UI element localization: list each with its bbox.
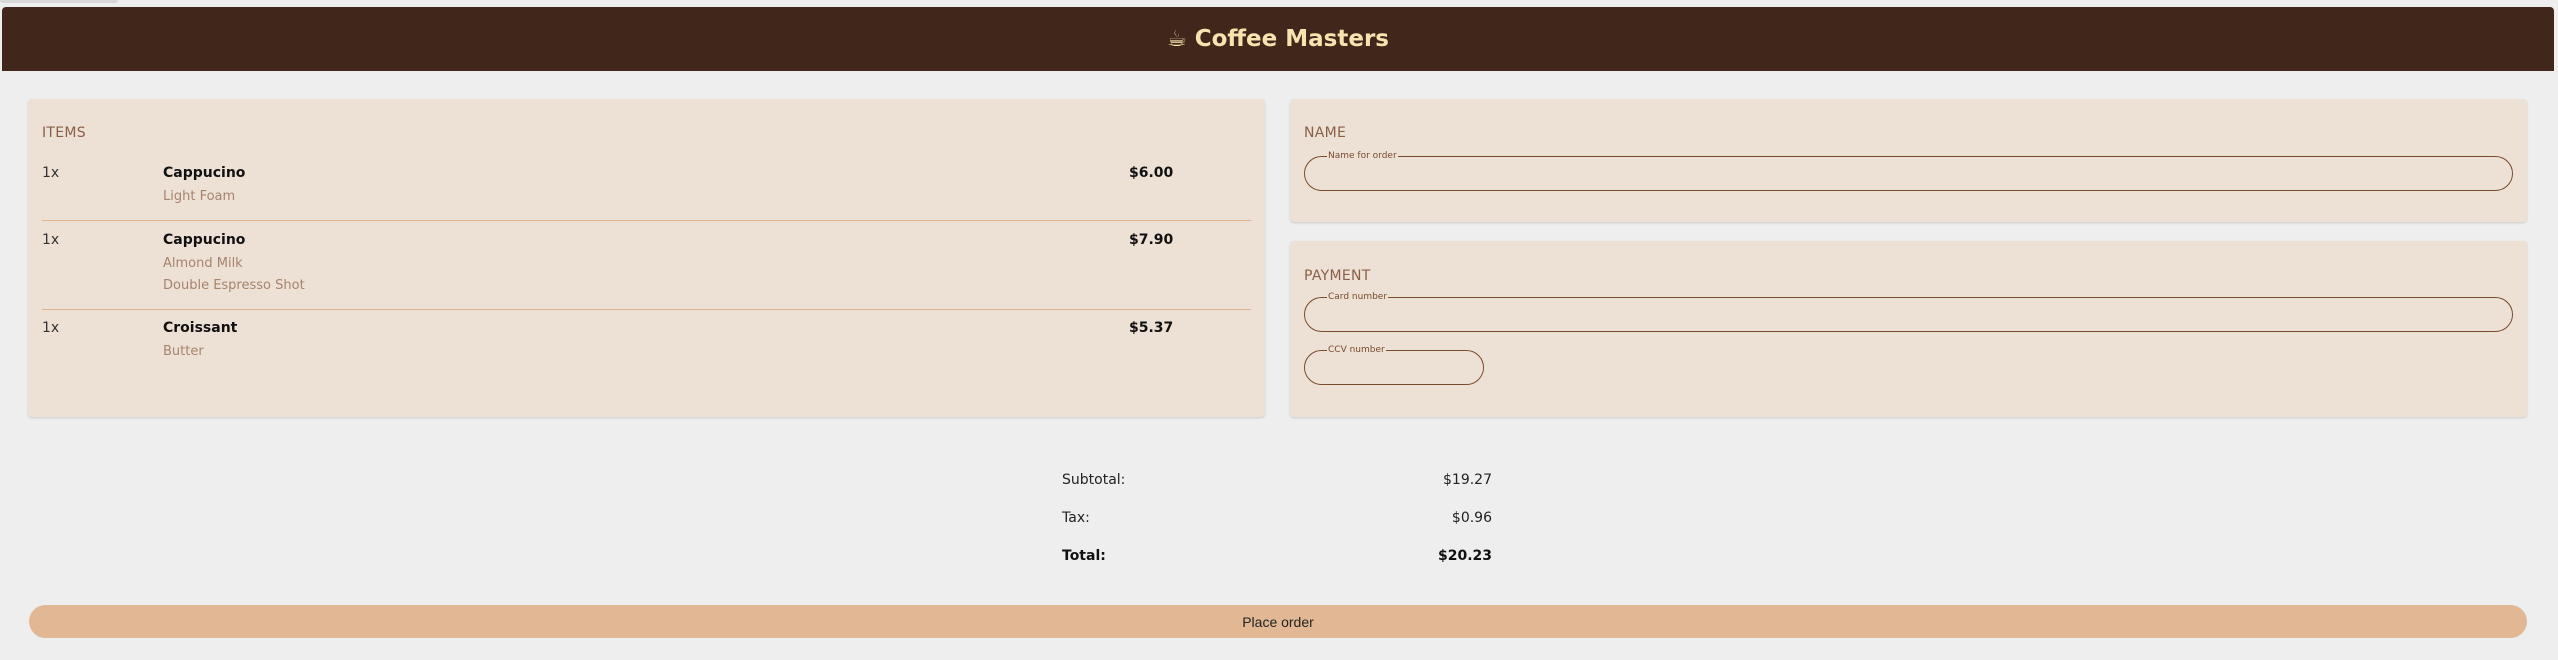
app-logo[interactable]: ☕︎ Coffee Masters xyxy=(1167,26,1389,52)
name-card: NAME Name for order xyxy=(1290,99,2527,222)
item-divider xyxy=(42,309,1251,310)
total-value: $20.23 xyxy=(1437,548,1492,564)
subtotal-label: Subtotal: xyxy=(1062,472,1126,488)
app-header: ☕︎ Coffee Masters xyxy=(2,7,2554,71)
total-label: Total: xyxy=(1062,548,1106,564)
item-price: $6.00 xyxy=(1129,165,1174,181)
item-option: Butter xyxy=(163,344,204,359)
app-title: Coffee Masters xyxy=(1194,26,1389,52)
coffee-cup-icon: ☕︎ xyxy=(1167,26,1187,52)
item-divider xyxy=(42,220,1251,221)
order-name-input[interactable] xyxy=(1319,163,2498,184)
item-price: $5.37 xyxy=(1129,320,1174,336)
ccv-number-field[interactable]: CCV number xyxy=(1304,344,1484,385)
card-number-input[interactable] xyxy=(1319,304,2498,325)
item-option: Double Espresso Shot xyxy=(163,278,305,293)
item-price: $7.90 xyxy=(1129,232,1174,248)
place-order-button[interactable]: Place order xyxy=(29,605,2527,638)
card-number-field[interactable]: Card number xyxy=(1304,291,2513,332)
item-quantity: 1x xyxy=(42,320,60,336)
item-name: Croissant xyxy=(163,320,238,336)
total-row: Total: $20.23 xyxy=(1062,548,1492,568)
item-quantity: 1x xyxy=(42,165,60,181)
item-name: Cappucino xyxy=(163,165,246,181)
subtotal-value: $19.27 xyxy=(1443,472,1492,488)
payment-section-title: PAYMENT xyxy=(1304,268,1371,284)
item-option: Almond Milk xyxy=(163,256,243,271)
card-number-label: Card number xyxy=(1327,291,1389,303)
item-name: Cappucino xyxy=(163,232,246,248)
payment-card: PAYMENT Card number CCV number xyxy=(1290,241,2527,417)
browser-tab-stub xyxy=(0,0,118,3)
ccv-number-input[interactable] xyxy=(1319,357,1469,378)
name-section-title: NAME xyxy=(1304,125,1347,141)
items-card: ITEMS 1x Cappucino $6.00 Light Foam 1x C… xyxy=(28,99,1265,417)
items-section-title: ITEMS xyxy=(42,125,86,141)
item-quantity: 1x xyxy=(42,232,60,248)
tax-label: Tax: xyxy=(1062,510,1090,526)
tax-row: Tax: $0.96 xyxy=(1062,510,1492,530)
tax-value: $0.96 xyxy=(1451,510,1492,526)
ccv-number-label: CCV number xyxy=(1327,344,1386,356)
order-name-field[interactable]: Name for order xyxy=(1304,150,2513,191)
subtotal-row: Subtotal: $19.27 xyxy=(1062,472,1492,492)
item-option: Light Foam xyxy=(163,189,236,204)
order-name-label: Name for order xyxy=(1327,150,1398,162)
